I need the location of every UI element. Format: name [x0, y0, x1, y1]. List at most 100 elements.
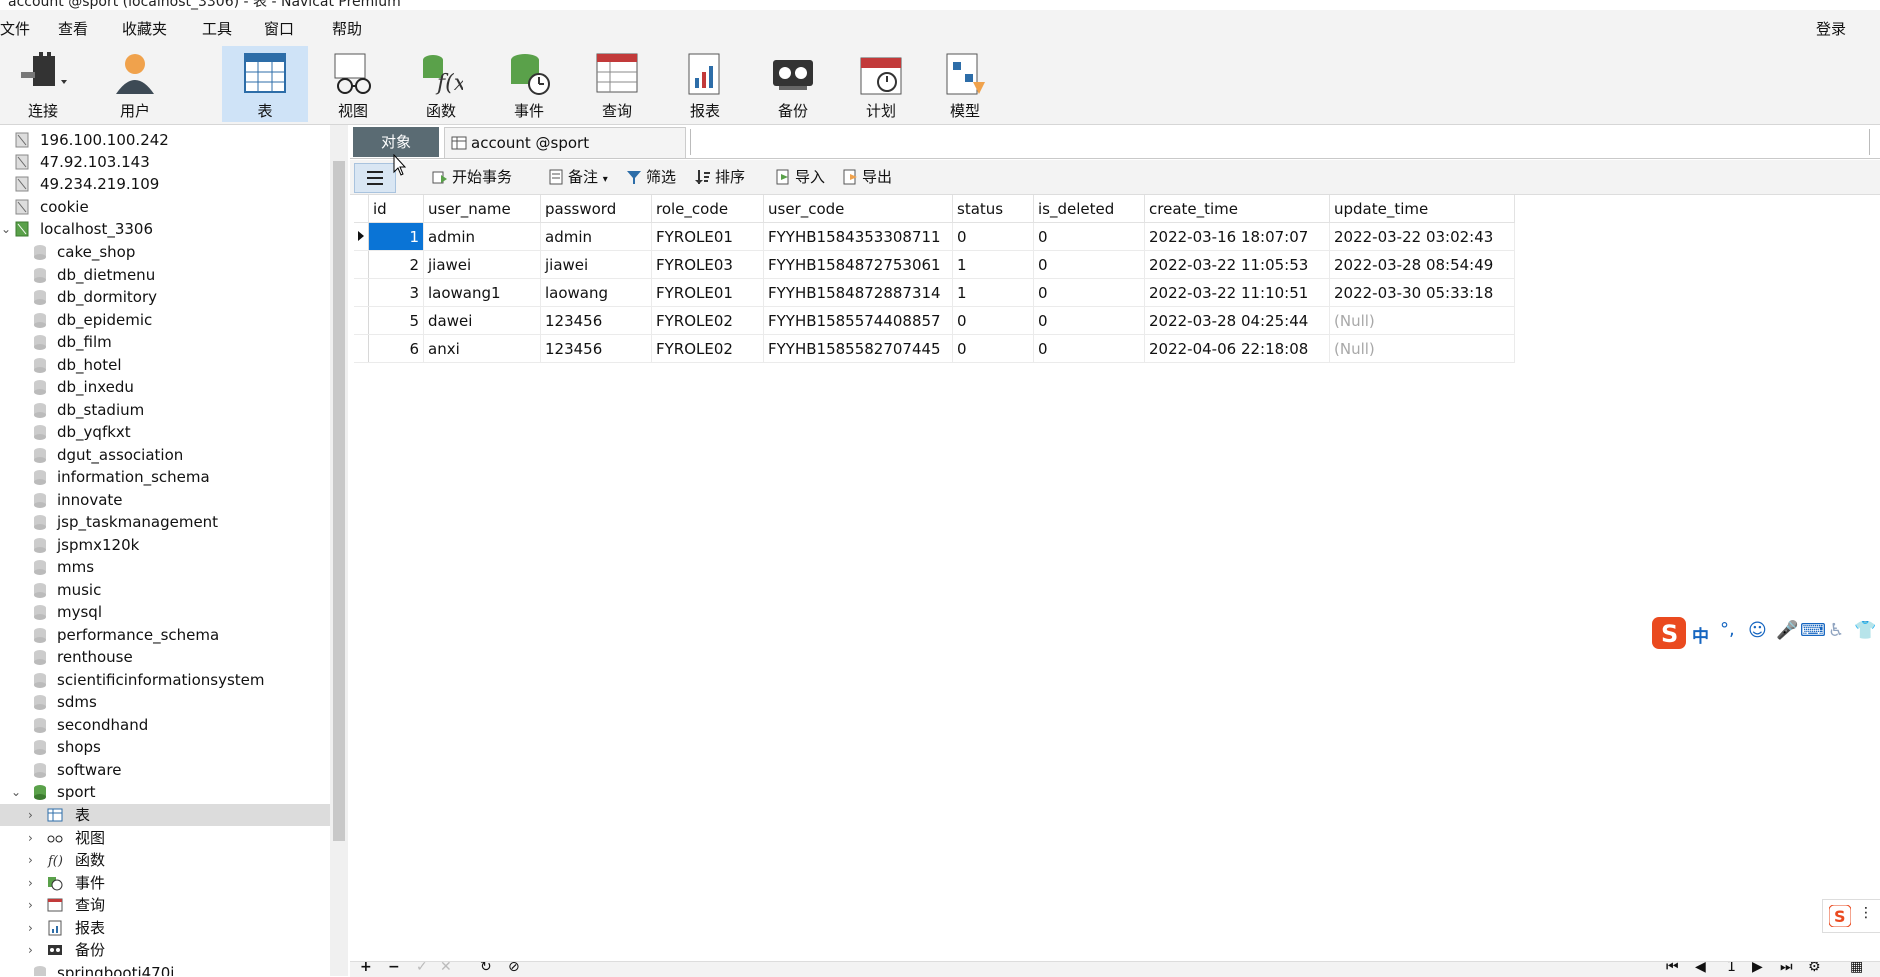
first-page-icon[interactable]: ⏮	[1666, 962, 1679, 975]
tree-node-backups[interactable]: › 备份	[0, 939, 330, 961]
cell-password[interactable]: 123456	[540, 306, 652, 335]
column-header-update-time[interactable]: update_time	[1329, 195, 1515, 223]
column-header-user-name[interactable]: user_name	[423, 195, 541, 223]
menu-file[interactable]: 文件	[0, 18, 30, 39]
tree-connection[interactable]: 49.234.219.109	[0, 173, 330, 195]
chevron-right-icon[interactable]: ›	[28, 804, 33, 826]
tree-database[interactable]: innovate	[0, 489, 330, 511]
chevron-down-icon[interactable]: ⌄	[11, 781, 21, 803]
column-header-create-time[interactable]: create_time	[1144, 195, 1330, 223]
cell-update-time[interactable]: 2022-03-28 08:54:49	[1329, 250, 1515, 279]
export-button[interactable]: 导出	[842, 167, 892, 187]
tab-objects[interactable]: 对象	[353, 127, 439, 157]
tree-database[interactable]: software	[0, 759, 330, 781]
column-header-status[interactable]: status	[952, 195, 1034, 223]
cell-user-name[interactable]: admin	[423, 222, 541, 251]
filter-button[interactable]: 筛选	[626, 167, 676, 187]
previous-page-icon[interactable]: ◀	[1695, 962, 1706, 975]
page-number[interactable]: 1	[1727, 962, 1736, 975]
row-indicator[interactable]	[354, 222, 369, 251]
cell-user-name[interactable]: anxi	[423, 334, 541, 363]
tree-database[interactable]: jspmx120k	[0, 534, 330, 556]
delete-record-icon[interactable]: −	[388, 962, 400, 975]
tree-connection[interactable]: 47.92.103.143	[0, 151, 330, 173]
cell-update-time[interactable]: 2022-03-30 05:33:18	[1329, 278, 1515, 307]
cell-role-code[interactable]: FYROLE01	[651, 222, 764, 251]
tree-database[interactable]: shops	[0, 736, 330, 758]
toolbar-table-button[interactable]: 表	[222, 46, 308, 122]
chevron-down-icon[interactable]: ▾	[603, 174, 608, 185]
menu-favorites[interactable]: 收藏夹	[122, 18, 167, 39]
cell-id[interactable]: 5	[368, 306, 424, 335]
tree-database[interactable]: renthouse	[0, 646, 330, 668]
tree-node-queries[interactable]: › 查询	[0, 894, 330, 916]
stop-icon[interactable]: ⊘	[508, 962, 520, 975]
tree-node-reports[interactable]: › 报表	[0, 917, 330, 939]
skin-shirt-icon[interactable]: 👕	[1854, 620, 1876, 641]
cell-password[interactable]: 123456	[540, 334, 652, 363]
tree-connection[interactable]: 196.100.100.242	[0, 129, 330, 151]
scrollbar-thumb[interactable]	[333, 161, 345, 841]
cell-id[interactable]: 6	[368, 334, 424, 363]
tree-database[interactable]: db_dietmenu	[0, 264, 330, 286]
menu-help[interactable]: 帮助	[332, 18, 362, 39]
punctuation-icon[interactable]: °,	[1720, 619, 1735, 640]
tree-database[interactable]: db_inxedu	[0, 376, 330, 398]
row-indicator[interactable]	[354, 250, 369, 279]
toolbar-backup-button[interactable]: 备份	[750, 46, 836, 122]
column-header-user-code[interactable]: user_code	[763, 195, 953, 223]
tree-node-events[interactable]: › 事件	[0, 872, 330, 894]
cell-is-deleted[interactable]: 0	[1033, 222, 1145, 251]
tree-database[interactable]: scientificinformationsystem	[0, 669, 330, 691]
tree-database[interactable]: dgut_association	[0, 444, 330, 466]
column-header-is-deleted[interactable]: is_deleted	[1033, 195, 1145, 223]
cell-id[interactable]: 3	[368, 278, 424, 307]
tree-connection-localhost[interactable]: ⌄ localhost_3306	[0, 218, 330, 240]
add-record-icon[interactable]: +	[360, 962, 372, 975]
import-button[interactable]: 导入	[775, 167, 825, 187]
cell-create-time[interactable]: 2022-03-28 04:25:44	[1144, 306, 1330, 335]
cell-status[interactable]: 0	[952, 306, 1034, 335]
cell-id[interactable]: 1	[368, 222, 424, 251]
toolbar-model-button[interactable]: 模型	[922, 46, 1008, 122]
emoji-icon[interactable]: ☺	[1748, 620, 1767, 641]
toolbar-report-button[interactable]: 报表	[662, 46, 748, 122]
chevron-right-icon[interactable]: ›	[28, 827, 33, 849]
ime-toolbar[interactable]: S 中 °, ☺ 🎤 ⌨ ♿ 👕	[1648, 613, 1880, 651]
sidebar-scrollbar[interactable]	[330, 125, 348, 976]
cell-role-code[interactable]: FYROLE02	[651, 334, 764, 363]
chevron-right-icon[interactable]: ›	[28, 894, 33, 916]
column-header-id[interactable]: id	[368, 195, 424, 223]
tree-database[interactable]: mysql	[0, 601, 330, 623]
cell-user-code[interactable]: FYYHB1584353308711	[763, 222, 953, 251]
cell-create-time[interactable]: 2022-04-06 22:18:08	[1144, 334, 1330, 363]
cell-status[interactable]: 0	[952, 222, 1034, 251]
tree-database[interactable]: springbooti470i	[0, 962, 330, 976]
table-row[interactable]: 6 anxi 123456 FYROLE02 FYYHB158558270744…	[354, 334, 1515, 363]
cell-password[interactable]: jiawei	[540, 250, 652, 279]
ime-language[interactable]: 中	[1692, 622, 1709, 647]
grid-view-icon[interactable]: ▦	[1850, 962, 1863, 975]
tree-database[interactable]: db_hotel	[0, 354, 330, 376]
cell-id[interactable]: 2	[368, 250, 424, 279]
tree-database[interactable]: cake_shop	[0, 241, 330, 263]
toolbar-schedule-button[interactable]: 计划	[838, 46, 924, 122]
last-page-icon[interactable]: ⏭	[1780, 962, 1793, 975]
cell-update-time[interactable]: (Null)	[1329, 334, 1515, 363]
discard-changes-icon[interactable]: ✕	[440, 962, 452, 975]
chevron-right-icon[interactable]: ›	[28, 849, 33, 871]
login-link[interactable]: 登录	[1816, 18, 1846, 39]
cell-user-name[interactable]: dawei	[423, 306, 541, 335]
tree-database[interactable]: db_yqfkxt	[0, 421, 330, 443]
column-header-role-code[interactable]: role_code	[651, 195, 764, 223]
cell-update-time[interactable]: 2022-03-22 03:02:43	[1329, 222, 1515, 251]
cell-status[interactable]: 1	[952, 278, 1034, 307]
chevron-right-icon[interactable]: ›	[28, 917, 33, 939]
tab-account-table[interactable]: account @sport (localhost_...	[444, 127, 686, 182]
menu-view[interactable]: 查看	[58, 18, 88, 39]
toolbar-event-button[interactable]: 事件	[486, 46, 572, 122]
cell-user-name[interactable]: jiawei	[423, 250, 541, 279]
row-indicator[interactable]	[354, 306, 369, 335]
cell-role-code[interactable]: FYROLE01	[651, 278, 764, 307]
cell-password[interactable]: laowang	[540, 278, 652, 307]
